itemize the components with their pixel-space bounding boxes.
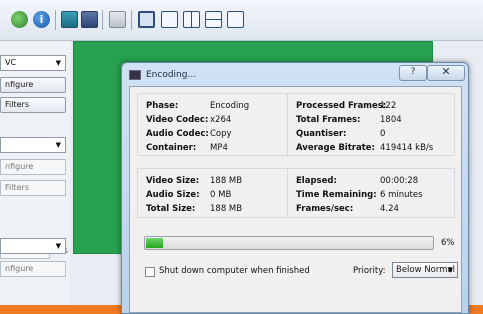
toolbar-separator [102, 10, 103, 30]
stats-label: Processed Frames: [296, 101, 387, 111]
view-single-icon[interactable] [227, 11, 244, 28]
stats-value: 122 [380, 101, 397, 111]
info-row: Container: MP4 [146, 142, 228, 154]
times-value: 00:00:28 [380, 176, 419, 186]
sizes-value: 188 MB [210, 204, 243, 214]
shutdown-label[interactable]: Shut down computer when finished [159, 266, 310, 276]
sizes-value: 0 MB [210, 190, 232, 200]
video-filters-button[interactable]: Filters [0, 97, 66, 113]
sizes-label: Video Size: [146, 176, 200, 186]
save-icon[interactable] [81, 11, 98, 28]
info-value: x264 [210, 115, 232, 125]
stats-label: Average Bitrate: [296, 143, 375, 153]
sizes-label: Audio Size: [146, 190, 200, 200]
sizes-group: Video Size: 188 MB Audio Size: 0 MB Total … [137, 168, 288, 218]
stats-label: Total Frames: [296, 115, 361, 125]
chevron-down-icon: ▼ [447, 266, 453, 274]
info-row: Audio Codec: Copy [146, 128, 232, 140]
progress-percent: 6% [441, 238, 455, 248]
stats-row: Total Frames: 1804 [296, 114, 402, 126]
stats-group: Processed Frames: 122 Total Frames: 1804 Q… [287, 93, 455, 156]
chevron-down-icon: ▼ [55, 141, 61, 149]
info-label: Phase: [146, 101, 179, 111]
info-value: Encoding [210, 101, 250, 111]
calculator-globe-icon[interactable] [11, 11, 28, 28]
format-combo[interactable]: ▼ [0, 238, 66, 254]
toolbar: i [0, 0, 483, 41]
info-label: Container: [146, 143, 197, 153]
shutdown-checkbox[interactable] [145, 267, 155, 277]
video-configure-button[interactable]: nfigure [0, 77, 66, 93]
times-value: 6 minutes [380, 190, 423, 200]
progress-fill [146, 238, 163, 248]
view-output-icon[interactable] [161, 11, 178, 28]
info-value: Copy [210, 129, 232, 139]
info-value: MP4 [210, 143, 228, 153]
dialog-body: Phase: Encoding Video Codec: x264 Audio Co… [129, 86, 462, 313]
times-label: Frames/sec: [296, 204, 354, 214]
encoding-dialog: Encoding... ? ✕ Phase: Encoding Video Cod… [121, 62, 469, 314]
help-button[interactable]: ? [399, 65, 427, 81]
audio-configure-button[interactable]: nfigure [0, 159, 66, 175]
sizes-row: Total Size: 188 MB [146, 203, 242, 215]
sizes-row: Video Size: 188 MB [146, 175, 242, 187]
times-group: Elapsed: 00:00:28 Time Remaining: 6 minute… [287, 168, 455, 218]
dialog-title: Encoding... [146, 70, 197, 80]
stats-row: Processed Frames: 122 [296, 100, 396, 112]
info-icon[interactable]: i [33, 11, 50, 28]
sizes-value: 188 MB [210, 176, 243, 186]
dialog-app-icon [129, 70, 141, 80]
info-row: Phase: Encoding [146, 100, 249, 112]
view-top-bottom-icon[interactable] [205, 11, 222, 28]
audio-filters-button[interactable]: Filters [0, 180, 66, 196]
info-group: Phase: Encoding Video Codec: x264 Audio Co… [137, 93, 288, 156]
view-input-icon[interactable] [138, 11, 155, 28]
stats-label: Quantiser: [296, 129, 347, 139]
times-row: Frames/sec: 4.24 [296, 203, 399, 215]
times-label: Time Remaining: [296, 190, 377, 200]
audio-codec-combo[interactable]: ▼ [0, 137, 66, 153]
video-codec-combo[interactable]: VC ▼ [0, 55, 66, 71]
toolbar-separator [131, 10, 132, 30]
priority-label: Priority: [353, 266, 386, 276]
stats-value: 0 [380, 129, 386, 139]
priority-value: Below Normal [396, 265, 456, 275]
times-row: Elapsed: 00:00:28 [296, 175, 418, 187]
video-codec-value: VC [5, 58, 17, 67]
calculator-icon[interactable] [109, 11, 126, 28]
toolbar-separator [55, 10, 56, 30]
encoding-progress-bar [144, 236, 434, 250]
info-row: Video Codec: x264 [146, 114, 231, 126]
chevron-down-icon: ▼ [55, 59, 61, 67]
stats-value: 419414 kB/s [380, 143, 434, 153]
chevron-down-icon: ▼ [55, 242, 61, 250]
times-value: 4.24 [380, 204, 399, 214]
sizes-label: Total Size: [146, 204, 196, 214]
priority-select[interactable]: Below Normal ▼ [392, 262, 458, 278]
info-label: Video Codec: [146, 115, 209, 125]
stats-row: Quantiser: 0 [296, 128, 385, 140]
times-row: Time Remaining: 6 minutes [296, 189, 423, 201]
open-icon[interactable] [61, 11, 78, 28]
info-label: Audio Codec: [146, 129, 209, 139]
stats-value: 1804 [380, 115, 402, 125]
format-configure-button[interactable]: nfigure [0, 261, 66, 277]
left-panel: VC ▼ nfigure Filters ▼ nfigure Filters 0… [0, 41, 70, 305]
stats-row: Average Bitrate: 419414 kB/s [296, 142, 433, 154]
sizes-row: Audio Size: 0 MB [146, 189, 231, 201]
times-label: Elapsed: [296, 176, 337, 186]
close-button[interactable]: ✕ [427, 65, 465, 81]
view-side-by-side-icon[interactable] [183, 11, 200, 28]
